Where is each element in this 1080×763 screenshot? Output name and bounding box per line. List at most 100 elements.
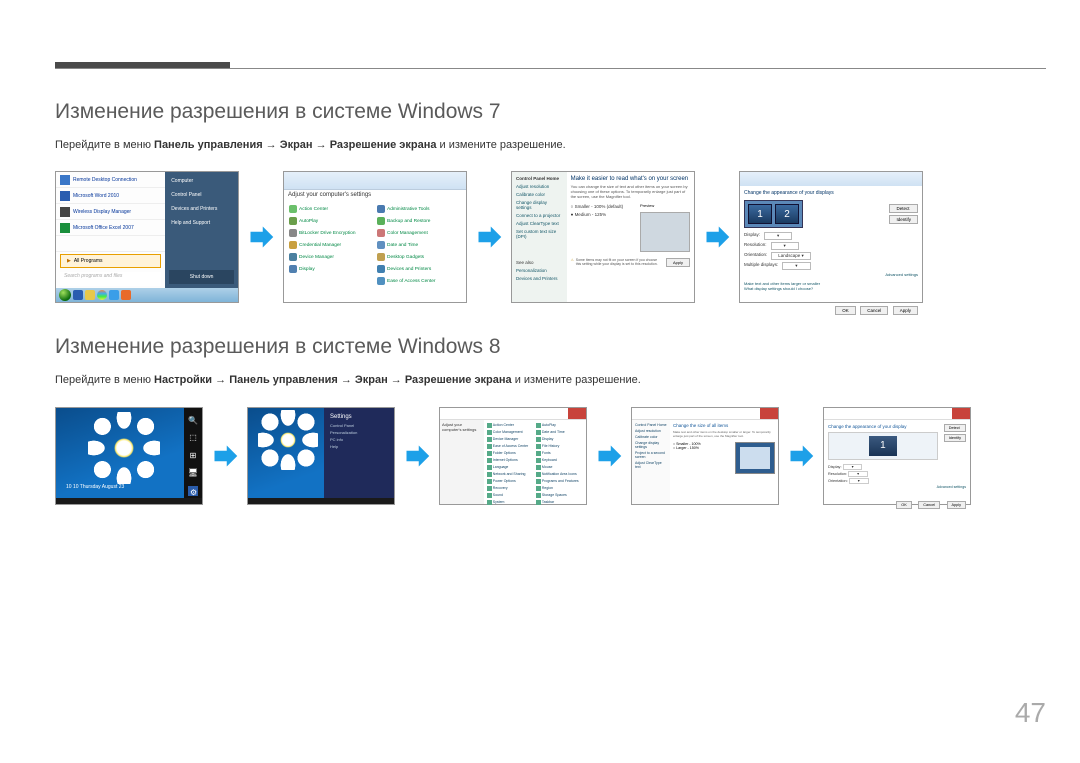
cp-item: Network and Sharing bbox=[486, 471, 535, 478]
res-title: Change the appearance of your display bbox=[828, 424, 938, 429]
window-titlebar bbox=[824, 408, 970, 420]
settings-item: PC info bbox=[330, 437, 388, 442]
cp-item: Ease of Access Center bbox=[375, 275, 463, 287]
cp-item: Taskbar bbox=[535, 499, 584, 506]
taskbar-icon bbox=[121, 290, 131, 300]
arrow-icon bbox=[595, 442, 623, 470]
win8-display-screenshot: Control Panel Home Adjust resolution Cal… bbox=[631, 407, 779, 505]
cp-item: Date and Time bbox=[375, 239, 463, 251]
cp-item bbox=[287, 275, 375, 287]
start-item: Microsoft Office Excel 2007 bbox=[56, 220, 165, 236]
monitor-2: 2 bbox=[775, 204, 799, 224]
cp-item: Devices and Printers bbox=[375, 263, 463, 275]
start-right-item: Computer bbox=[165, 174, 238, 188]
cp-item: Action Center bbox=[287, 203, 375, 215]
monitor-preview: 1 2 bbox=[744, 200, 803, 228]
arrow-icon bbox=[475, 223, 503, 251]
cp-item: Power Options bbox=[486, 478, 535, 485]
win8-instruction: Перейдите в меню Настройки → Панель упра… bbox=[55, 373, 1046, 388]
cp-item: Storage Spaces bbox=[535, 492, 584, 499]
settings-item: Help bbox=[330, 444, 388, 449]
monitor-1: 1 bbox=[869, 436, 897, 456]
cp-item: Ease of Access Center bbox=[486, 443, 535, 450]
arrow-icon bbox=[403, 442, 431, 470]
search-charm-icon: 🔍 bbox=[188, 416, 198, 426]
sidebar-link: Change display settings bbox=[516, 200, 563, 210]
settings-item: Personalization bbox=[330, 430, 388, 435]
start-charm-icon: ⊞ bbox=[188, 451, 198, 461]
see-also-heading: See also bbox=[516, 260, 563, 265]
cp-item: AutoPlay bbox=[535, 422, 584, 429]
taskbar-icon bbox=[85, 290, 95, 300]
win7-flow: Remote Desktop Connection Microsoft Word… bbox=[55, 171, 1046, 303]
cp-title: Adjust your computer's settings bbox=[442, 422, 482, 432]
cp-item: Sound bbox=[486, 492, 535, 499]
cp-item: Desktop Gadgets bbox=[375, 251, 463, 263]
section-windows8: Изменение разрешения в системе Windows 8… bbox=[55, 335, 1046, 504]
see-also-link: Devices and Printers bbox=[516, 276, 563, 281]
see-also-link: Personalization bbox=[516, 268, 563, 273]
settings-charm-icon: ⚙ bbox=[188, 486, 198, 496]
win7-start-menu-screenshot: Remote Desktop Connection Microsoft Word… bbox=[55, 171, 239, 303]
sidebar-link: Calibrate color bbox=[635, 435, 667, 439]
arrow-icon bbox=[787, 442, 815, 470]
start-right-item: Control Panel bbox=[165, 188, 238, 202]
win8-heading: Изменение разрешения в системе Windows 8 bbox=[55, 335, 1046, 359]
preview-thumb bbox=[735, 442, 775, 474]
taskbar-icon bbox=[73, 290, 83, 300]
monitor-preview: 1 bbox=[828, 432, 938, 460]
start-item: Remote Desktop Connection bbox=[56, 172, 165, 188]
taskbar-icon bbox=[97, 290, 107, 300]
close-icon bbox=[568, 408, 586, 419]
size-option: ○ Larger - 150% bbox=[673, 446, 701, 450]
ok-button: OK bbox=[896, 501, 912, 509]
cp-item: Display bbox=[535, 436, 584, 443]
devices-charm-icon: 🖥 bbox=[188, 468, 198, 478]
win7-instruction: Перейдите в меню Панель управления → Экр… bbox=[55, 138, 1046, 153]
start-orb-icon bbox=[59, 289, 71, 301]
display-title: Change the size of all items bbox=[673, 423, 775, 428]
win8-flow: 10 10 Thursday August 23 🔍 ⬚ ⊞ 🖥 ⚙ Setti… bbox=[55, 407, 1046, 505]
res-title: Change the appearance of your displays bbox=[744, 190, 918, 196]
cp-item: Action Center bbox=[486, 422, 535, 429]
cp-item: Device Manager bbox=[486, 436, 535, 443]
identify-button: Identify bbox=[889, 215, 918, 224]
sidebar-link: Set custom text size (DPI) bbox=[516, 229, 563, 239]
close-icon bbox=[952, 408, 970, 419]
cp-item: Recovery bbox=[486, 485, 535, 492]
start-item: Wireless Display Manager bbox=[56, 204, 165, 220]
sidebar-link: Adjust ClearType text bbox=[635, 461, 667, 469]
sidebar-link: Adjust resolution bbox=[635, 429, 667, 433]
cancel-button: Cancel bbox=[918, 501, 940, 509]
win7-display-screenshot: Control Panel Home Adjust resolution Cal… bbox=[511, 171, 695, 303]
advanced-link: Advanced settings bbox=[744, 272, 918, 277]
apply-button: Apply bbox=[666, 258, 690, 267]
taskbar bbox=[248, 498, 394, 504]
arrow-icon bbox=[211, 442, 239, 470]
page-number: 47 bbox=[1015, 697, 1046, 729]
cp-item: Fonts bbox=[535, 450, 584, 457]
charms-bar: 🔍 ⬚ ⊞ 🖥 ⚙ bbox=[184, 408, 202, 504]
cp-item: Region bbox=[535, 485, 584, 492]
win7-resolution-screenshot: Change the appearance of your displays 1… bbox=[739, 171, 923, 303]
all-programs-item: ▶All Programs bbox=[60, 254, 161, 268]
sidebar-link: Change display settings bbox=[635, 441, 667, 449]
cp-item: System bbox=[486, 499, 535, 506]
detect-button: Detect bbox=[889, 204, 918, 213]
taskbar-icon bbox=[109, 290, 119, 300]
win8-control-panel-screenshot: Adjust your computer's settings Action C… bbox=[439, 407, 587, 505]
win8-settings-panel-screenshot: Settings Control Panel Personalization P… bbox=[247, 407, 395, 505]
cp-item: Display bbox=[287, 263, 375, 275]
preview-thumb bbox=[640, 212, 690, 252]
cp-item: Language bbox=[486, 464, 535, 471]
cp-item: Keyboard bbox=[535, 457, 584, 464]
cp-item: Administrative Tools bbox=[375, 203, 463, 215]
sidebar-home: Control Panel Home bbox=[516, 176, 563, 181]
cp-item: Folder Options bbox=[486, 450, 535, 457]
settings-title: Settings bbox=[330, 414, 388, 420]
window-titlebar bbox=[440, 408, 586, 420]
display-sub: Make text and other items on the desktop… bbox=[673, 430, 775, 438]
cp-item: Color Management bbox=[375, 227, 463, 239]
start-right-item: Help and Support bbox=[165, 216, 238, 230]
start-item: Microsoft Word 2010 bbox=[56, 188, 165, 204]
